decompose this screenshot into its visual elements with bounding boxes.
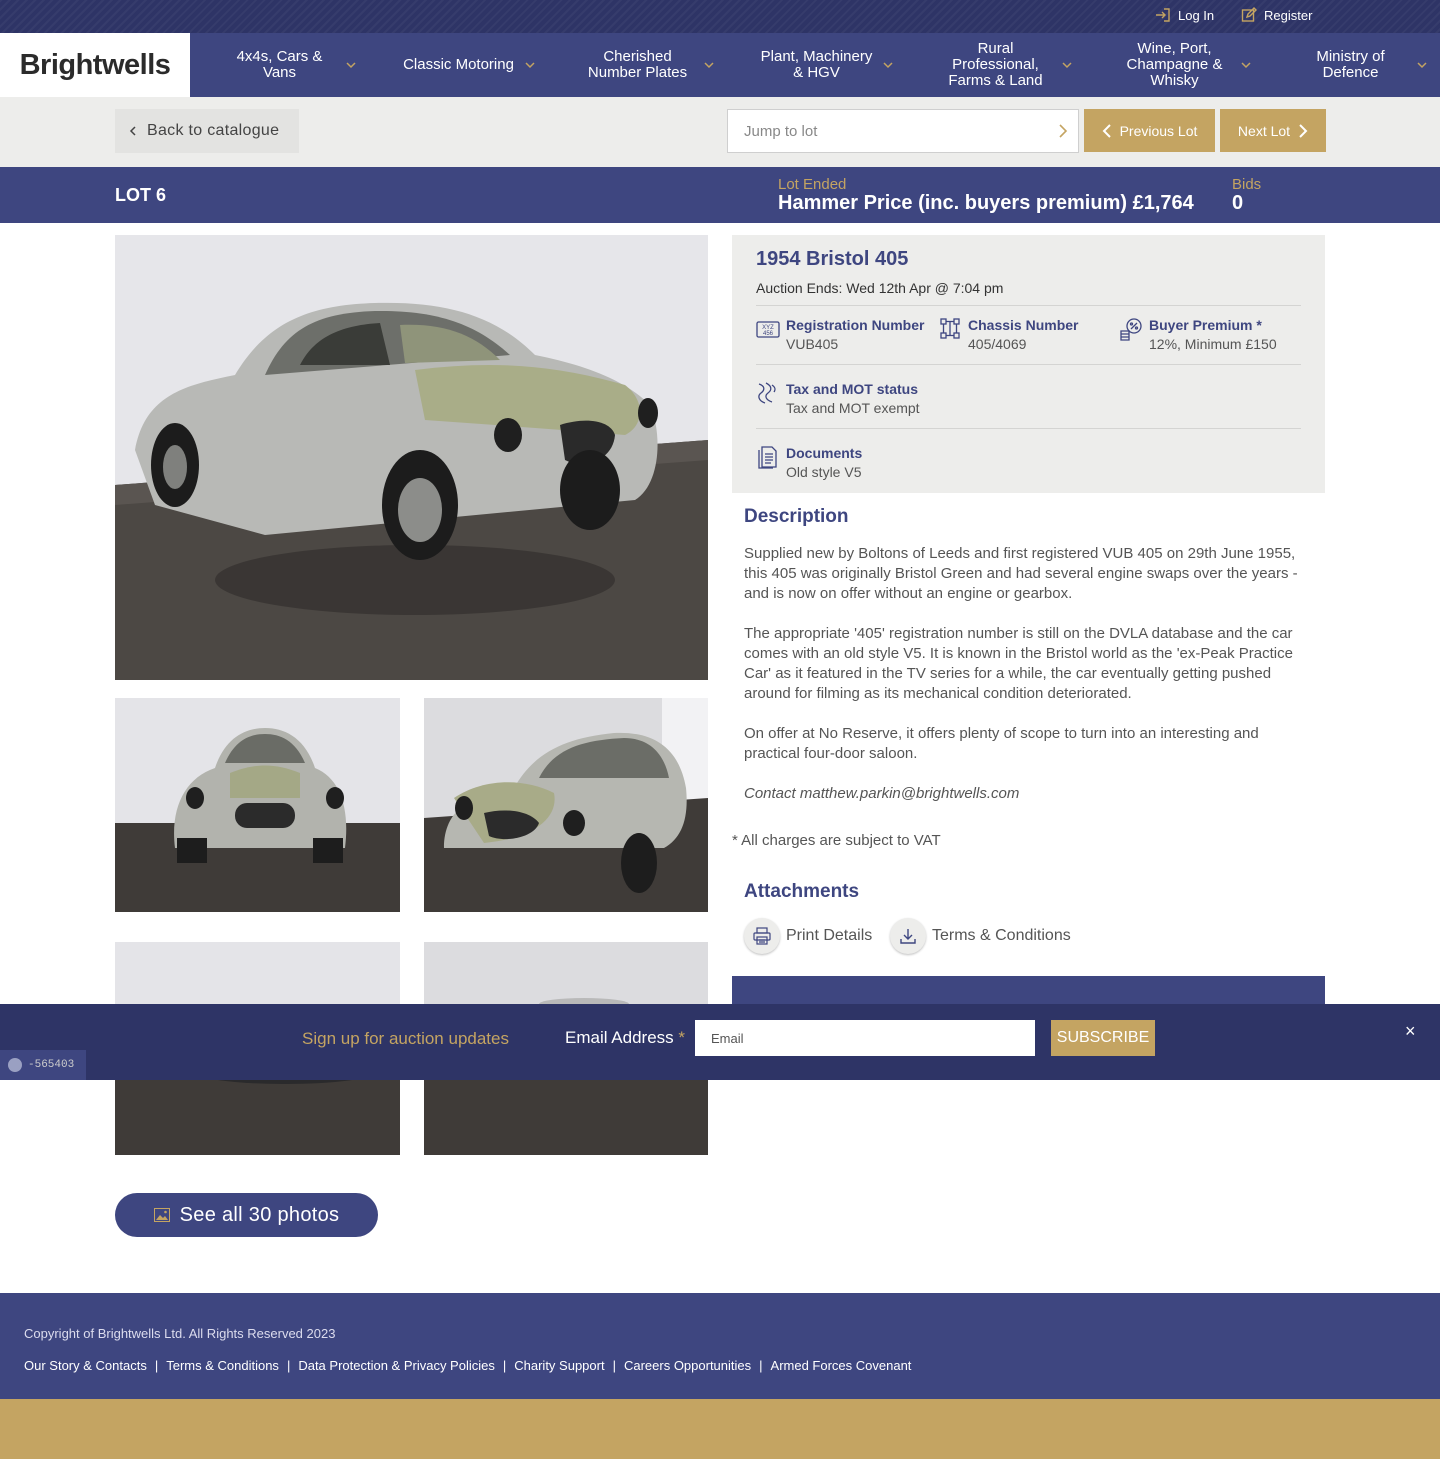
divider bbox=[756, 428, 1301, 429]
debug-chip: -565403 bbox=[0, 1050, 86, 1080]
chevron-down-icon bbox=[704, 62, 714, 69]
bids-label: Bids bbox=[1232, 176, 1262, 193]
car-photo-thumbnail[interactable] bbox=[424, 698, 708, 912]
circle-icon bbox=[8, 1058, 22, 1072]
previous-lot-button[interactable]: Previous Lot bbox=[1084, 109, 1215, 152]
copyright: Copyright of Brightwells Ltd. All Rights… bbox=[24, 1326, 336, 1341]
footer: Copyright of Brightwells Ltd. All Rights… bbox=[0, 1293, 1440, 1399]
description-paragraph: Supplied new by Boltons of Leeds and fir… bbox=[744, 545, 1298, 602]
terms-conditions-download[interactable]: Terms & Conditions bbox=[890, 918, 1071, 954]
spec-chassis-number: Chassis Number 405/4069 bbox=[938, 317, 1118, 357]
hammer-price: Hammer Price (inc. buyers premium) £1,76… bbox=[778, 192, 1194, 214]
jump-to-lot bbox=[727, 109, 1079, 153]
spec-documents: Documents Old style V5 bbox=[756, 445, 1056, 485]
see-all-photos-button[interactable]: See all 30 photos bbox=[115, 1193, 378, 1237]
description-contact: Contact matthew.parkin@brightwells.com bbox=[744, 785, 1020, 802]
footer-link[interactable]: Terms & Conditions bbox=[166, 1358, 279, 1373]
jump-to-lot-input[interactable] bbox=[728, 110, 1028, 152]
chassis-icon bbox=[940, 318, 960, 339]
footer-link[interactable]: Careers Opportunities bbox=[624, 1358, 751, 1373]
image-icon bbox=[153, 1208, 170, 1222]
spec-buyer-premium: Buyer Premium * 12%, Minimum £150 bbox=[1119, 317, 1299, 357]
bid-panel-header bbox=[732, 976, 1325, 1004]
attachments-heading: Attachments bbox=[744, 881, 860, 902]
email-field[interactable] bbox=[695, 1020, 1035, 1056]
chevron-down-icon bbox=[525, 62, 535, 69]
register-link[interactable]: Register bbox=[1241, 7, 1312, 23]
coins-percent-icon bbox=[1120, 318, 1142, 341]
edit-icon bbox=[1241, 7, 1257, 22]
vat-note: * All charges are subject to VAT bbox=[732, 832, 941, 849]
chevron-right-icon[interactable] bbox=[1056, 123, 1070, 139]
description-paragraph: The appropriate '405' registration numbe… bbox=[744, 625, 1293, 702]
nav-item-cherished-number-plates[interactable]: Cherished Number Plates bbox=[548, 33, 727, 97]
printer-icon bbox=[744, 918, 780, 954]
footer-link[interactable]: Charity Support bbox=[514, 1358, 604, 1373]
description-heading: Description bbox=[744, 506, 849, 527]
lot-status: Lot Ended bbox=[778, 176, 847, 193]
spec-registration-number: XYZ 456 Registration Number VUB405 bbox=[756, 317, 936, 357]
nav-item-rural-professional[interactable]: Rural Professional, Farms & Land bbox=[906, 33, 1085, 97]
chevron-down-icon bbox=[1417, 62, 1427, 69]
spec-tax-mot-status: Tax and MOT status Tax and MOT exempt bbox=[756, 381, 1056, 421]
login-link[interactable]: Log In bbox=[1155, 7, 1214, 23]
footer-links: Our Story & Contacts | Terms & Conditions… bbox=[24, 1358, 912, 1373]
main-car-photo[interactable] bbox=[115, 235, 708, 680]
nav-item-ministry-of-defence[interactable]: Ministry of Defence bbox=[1261, 33, 1440, 97]
road-icon bbox=[758, 382, 776, 404]
logo-text: Brightwells bbox=[19, 48, 171, 81]
main-nav: Brightwells 4x4s, Cars & Vans Classic Mo… bbox=[0, 33, 1440, 97]
logo[interactable]: Brightwells bbox=[0, 33, 190, 97]
download-icon bbox=[890, 918, 926, 954]
auction-end-time: Auction Ends: Wed 12th Apr @ 7:04 pm bbox=[756, 280, 1004, 296]
chevron-left-icon bbox=[1102, 123, 1111, 138]
lot-title: 1954 Bristol 405 bbox=[756, 248, 909, 270]
footer-gold-band bbox=[0, 1399, 1440, 1459]
nav-item-plant-machinery-hgv[interactable]: Plant, Machinery & HGV bbox=[727, 33, 906, 97]
top-bar: Log In Register bbox=[0, 0, 1440, 33]
newsletter-signup-bar: Sign up for auction updates Email Addres… bbox=[0, 1004, 1440, 1080]
chevron-down-icon bbox=[883, 62, 893, 69]
divider bbox=[756, 305, 1301, 306]
divider bbox=[756, 364, 1301, 365]
email-label: Email Address * bbox=[565, 1028, 686, 1047]
chevron-down-icon bbox=[1241, 62, 1251, 69]
next-lot-button[interactable]: Next Lot bbox=[1220, 109, 1326, 152]
car-photo-thumbnail[interactable] bbox=[115, 698, 400, 912]
nav-item-4x4s-cars-vans[interactable]: 4x4s, Cars & Vans bbox=[190, 33, 369, 97]
document-icon bbox=[758, 446, 777, 469]
footer-link[interactable]: Our Story & Contacts bbox=[24, 1358, 147, 1373]
nav-item-classic-motoring[interactable]: Classic Motoring bbox=[369, 33, 548, 97]
chevron-down-icon bbox=[1062, 62, 1072, 69]
back-to-catalogue-button[interactable]: Back to catalogue bbox=[115, 109, 299, 153]
registration-plate-icon: XYZ456 bbox=[756, 321, 780, 338]
svg-text:456: 456 bbox=[763, 331, 774, 337]
bids-count: 0 bbox=[1232, 192, 1244, 214]
lot-navigation-bar: Back to catalogue Previous Lot Next Lot bbox=[0, 97, 1440, 167]
print-details-button[interactable]: Print Details bbox=[744, 918, 872, 954]
chevron-right-icon bbox=[1299, 123, 1308, 138]
footer-link[interactable]: Armed Forces Covenant bbox=[771, 1358, 912, 1373]
chevron-down-icon bbox=[346, 62, 356, 69]
close-icon[interactable]: × bbox=[1405, 1021, 1416, 1042]
description-body: Supplied new by Boltons of Leeds and fir… bbox=[744, 544, 1314, 824]
lot-status-bar: LOT 6 Lot Ended Hammer Price (inc. buyer… bbox=[0, 167, 1440, 223]
chevron-left-icon bbox=[129, 126, 136, 136]
login-icon bbox=[1156, 8, 1170, 22]
lot-number: LOT 6 bbox=[115, 185, 167, 205]
description-paragraph: On offer at No Reserve, it offers plenty… bbox=[744, 725, 1259, 762]
footer-link[interactable]: Data Protection & Privacy Policies bbox=[298, 1358, 495, 1373]
subscribe-button[interactable]: SUBSCRIBE bbox=[1051, 1020, 1155, 1056]
nav-item-wine-port-champagne[interactable]: Wine, Port, Champagne & Whisky bbox=[1085, 33, 1264, 97]
lot-details-panel: 1954 Bristol 405 Auction Ends: Wed 12th … bbox=[732, 235, 1325, 493]
signup-title: Sign up for auction updates bbox=[302, 1029, 509, 1048]
